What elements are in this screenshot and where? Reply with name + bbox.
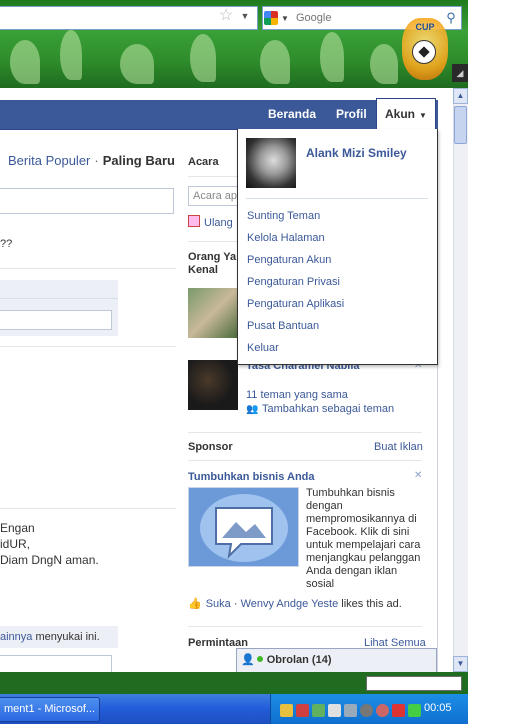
question-fragment: ?? (0, 238, 13, 250)
person-icon: 👤 (241, 654, 255, 666)
menu-item-pusat-bantuan[interactable]: Pusat Bantuan (247, 317, 319, 335)
divider (188, 626, 422, 627)
leaf-decoration (260, 40, 290, 84)
suggestion-photo[interactable] (188, 288, 238, 338)
magnifier-icon[interactable]: ⚲ (442, 8, 460, 28)
tray-app-icon[interactable] (296, 704, 309, 717)
post-text: Engan idUR, Diam DngN aman. (0, 520, 99, 568)
nav-beranda[interactable]: Beranda (262, 100, 322, 129)
tray-security-icon[interactable] (376, 704, 389, 717)
badge-text: CUP (415, 22, 435, 32)
status-input[interactable] (0, 188, 174, 214)
caret-down-icon: ▼ (419, 111, 427, 120)
tray-alert-icon[interactable] (392, 704, 405, 717)
nav-profil[interactable]: Profil (330, 100, 373, 129)
divider (188, 432, 422, 433)
create-ad-link[interactable]: Buat Iklan (374, 441, 423, 453)
chevron-down-icon[interactable]: ▼ (238, 6, 252, 26)
like-suffix: likes this ad. (338, 598, 402, 610)
profile-name-link[interactable]: Alank Mizi Smiley (306, 146, 407, 160)
leaf-decoration (60, 30, 82, 80)
divider (188, 176, 238, 177)
chevron-down-icon: ▼ (281, 13, 289, 23)
soccer-ball-icon (412, 40, 436, 64)
scroll-thumb[interactable] (454, 106, 467, 144)
likes-text: menyukai ini. (32, 631, 100, 643)
online-dot-icon (256, 656, 263, 662)
menu-item-sunting-teman[interactable]: Sunting Teman (247, 207, 320, 225)
leaf-decoration (320, 32, 344, 82)
separator: · (94, 153, 99, 168)
divider (0, 346, 176, 347)
menu-item-keluar[interactable]: Keluar (247, 339, 279, 357)
leaf-decoration (370, 44, 398, 84)
photo-bubble-icon (200, 494, 288, 562)
divider (188, 241, 238, 242)
add-friend-icon: 👥 (246, 404, 259, 415)
others-link[interactable]: ainnya (0, 631, 32, 643)
nav-akun-label: Akun (385, 107, 415, 121)
vertical-scrollbar[interactable] (453, 88, 468, 672)
scroll-down-button[interactable]: ▼ (453, 656, 468, 672)
news-feed-sort: Berita Populer · Paling Baru (8, 153, 175, 168)
tray-network-icon[interactable] (312, 704, 325, 717)
leaf-decoration (120, 44, 154, 84)
resize-grip-icon[interactable]: ◢ (452, 64, 468, 82)
suggestion-photo[interactable] (188, 360, 238, 410)
like-link[interactable]: Suka (206, 598, 231, 610)
ad-title-link[interactable]: Tumbuhkan bisnis Anda (188, 471, 315, 483)
leaf-decoration (10, 40, 40, 84)
liker-link[interactable]: Wenvy Andge Yeste (241, 598, 339, 610)
tray-monitor-icon[interactable] (328, 704, 341, 717)
google-icon (264, 11, 278, 25)
menu-item-pengaturan-privasi[interactable]: Pengaturan Privasi (247, 273, 340, 291)
add-friend-link[interactable]: 👥 Tambahkan sebagai teman (246, 403, 394, 415)
post-line: idUR, (0, 537, 31, 551)
taskbar-button[interactable]: ment1 - Microsof... (0, 697, 100, 722)
birthday-label: Ulang (204, 217, 233, 229)
status-field (366, 676, 462, 691)
post-line: Diam DngN aman. (0, 553, 99, 567)
nav-akun[interactable]: Akun ▼ (376, 98, 436, 129)
tray-folder-icon[interactable] (280, 704, 293, 717)
chat-bar[interactable]: 👤 Obrolan (14) (236, 648, 437, 672)
thumbs-up-icon: 👍 (188, 598, 202, 610)
search-engine-selector[interactable]: ▼ (264, 9, 292, 27)
chat-label: Obrolan (14) (266, 654, 332, 666)
ad-like-row: 👍 Suka · Wenvy Andge Yeste likes this ad. (188, 598, 402, 610)
menu-item-kelola-halaman[interactable]: Kelola Halaman (247, 229, 325, 247)
birthday-link[interactable]: Ulang (188, 215, 238, 229)
link-paling-baru[interactable]: Paling Baru (103, 153, 175, 168)
divider (246, 198, 428, 199)
gift-icon (188, 215, 200, 227)
ad-image[interactable] (188, 487, 299, 567)
events-title: Acara (188, 156, 219, 168)
post-line: Engan (0, 521, 35, 535)
divider (0, 298, 118, 299)
tray-disk-icon[interactable] (344, 704, 357, 717)
clock: 00:05 (424, 702, 452, 714)
ad-body: Tumbuhkan bisnis dengan mempromosikannya… (306, 487, 421, 590)
people-you-may-know-title: Orang Ya Kenal (188, 251, 237, 276)
tray-speaker-icon[interactable] (360, 704, 373, 717)
sponsor-title: Sponsor (188, 441, 233, 453)
menu-item-pengaturan-aplikasi[interactable]: Pengaturan Aplikasi (247, 295, 344, 313)
scroll-up-button[interactable]: ▲ (453, 88, 468, 104)
tray-update-icon[interactable] (408, 704, 421, 717)
mutual-friends-link[interactable]: 11 teman yang sama (246, 389, 348, 401)
divider (0, 268, 176, 269)
link-berita-populer[interactable]: Berita Populer (8, 153, 90, 168)
divider (0, 508, 176, 509)
comment-input[interactable] (0, 655, 112, 673)
divider (188, 460, 422, 461)
add-friend-label: Tambahkan sebagai teman (262, 403, 395, 415)
leaf-decoration (190, 34, 216, 82)
comment-input[interactable] (0, 310, 112, 330)
likes-row: ainnya menyukai ini. (0, 626, 118, 648)
close-icon[interactable]: ✕ (414, 470, 422, 481)
menu-item-pengaturan-akun[interactable]: Pengaturan Akun (247, 251, 331, 269)
event-input[interactable]: Acara ap (188, 186, 238, 206)
star-icon[interactable]: ☆ (216, 6, 236, 26)
avatar[interactable] (246, 138, 296, 188)
